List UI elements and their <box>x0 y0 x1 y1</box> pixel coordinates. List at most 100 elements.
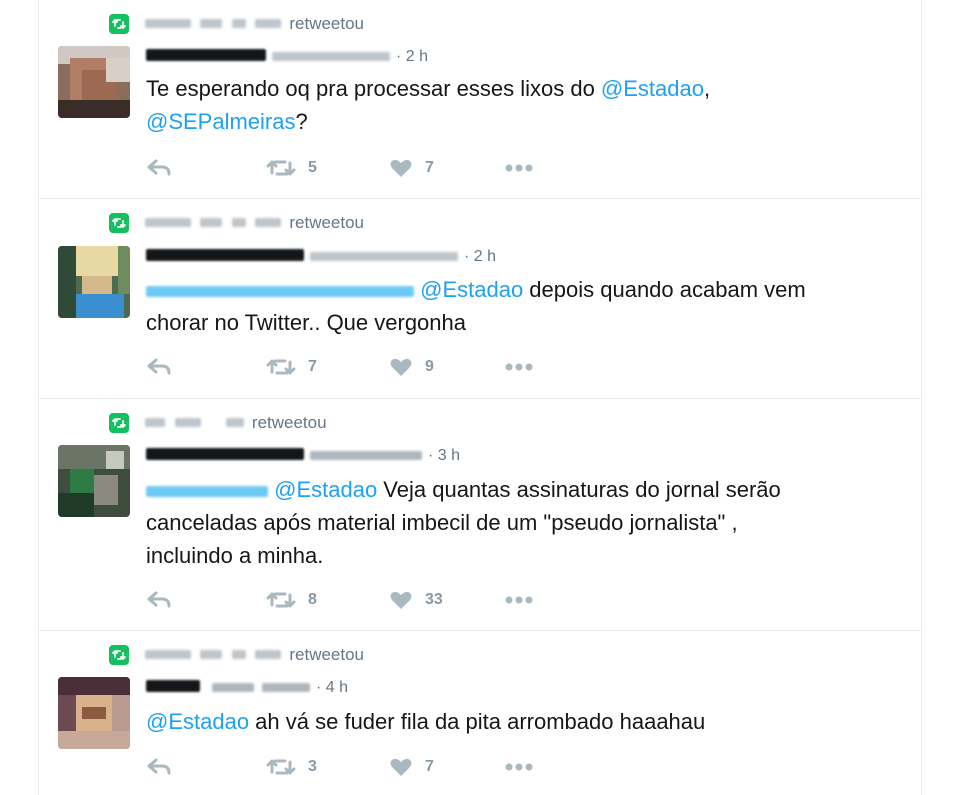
retweet-button[interactable]: 8 <box>266 587 317 613</box>
more-options-button[interactable] <box>504 354 534 380</box>
retweet-button[interactable]: 5 <box>266 155 317 181</box>
mention-link[interactable]: @Estadao <box>274 477 377 502</box>
more-dots-icon <box>505 164 533 172</box>
like-button[interactable]: 7 <box>389 754 434 780</box>
retweeter-name-redacted[interactable] <box>145 15 282 33</box>
text-segment: Veja quantas assinaturas do jornal serão <box>377 477 781 502</box>
retweet-button[interactable]: 7 <box>266 354 317 380</box>
text-segment: , <box>703 76 711 101</box>
more-options-button[interactable] <box>504 754 534 780</box>
mention-link-redacted[interactable] <box>146 277 414 302</box>
author-name-redacted[interactable] <box>146 48 266 66</box>
text-segment: depois quando acabam vem <box>523 277 806 302</box>
mention-link[interactable]: @Estadao <box>420 277 523 302</box>
like-count: 33 <box>425 591 443 608</box>
retweet-count: 8 <box>308 591 317 608</box>
tweet-text: Te esperando oq pra processar esses lixo… <box>146 72 846 138</box>
tweet-text: @Estadao depois quando acabam vem chorar… <box>146 273 846 339</box>
mention-link[interactable]: @Estadao <box>601 76 704 101</box>
retweet-label: retweetou <box>251 413 327 432</box>
mention-link[interactable]: @Estadao <box>146 709 249 734</box>
reply-icon <box>147 159 171 176</box>
author-name-redacted[interactable] <box>146 248 304 266</box>
more-dots-icon <box>505 763 533 771</box>
retweeter-name-redacted[interactable] <box>145 646 282 664</box>
retweet-icon <box>266 160 296 176</box>
retweet-icon <box>109 413 129 433</box>
tweet-timestamp[interactable]: · 2 h <box>396 48 428 66</box>
avatar[interactable] <box>58 246 130 318</box>
reply-button[interactable] <box>146 354 172 380</box>
tweet-item[interactable]: retweetou · 2 h Te esperando oq pra proc… <box>39 0 921 199</box>
reply-button[interactable] <box>146 587 172 613</box>
like-button[interactable]: 9 <box>389 354 434 380</box>
text-segment: canceladas após material imbecil de um "… <box>146 510 738 535</box>
author-handle-redacted[interactable] <box>212 679 310 697</box>
retweet-icon <box>266 759 296 775</box>
retweet-count: 5 <box>308 159 317 176</box>
retweet-count: 3 <box>308 758 317 775</box>
retweeter-name-redacted[interactable] <box>145 214 282 232</box>
tweet-header: · 2 h <box>146 46 428 68</box>
more-dots-icon <box>505 363 533 371</box>
retweet-button[interactable]: 3 <box>266 754 317 780</box>
retweet-icon <box>109 213 129 233</box>
like-button[interactable]: 7 <box>389 155 434 181</box>
retweet-context: retweetou <box>109 212 364 234</box>
retweet-icon <box>266 592 296 608</box>
tweet-timestamp[interactable]: · 4 h <box>316 679 348 697</box>
tweet-header: · 2 h <box>146 246 496 268</box>
text-segment: Te esperando oq pra processar esses lixo… <box>146 76 601 101</box>
retweet-context: retweetou <box>109 412 327 434</box>
author-handle-redacted[interactable] <box>310 447 422 465</box>
timeline-right-border <box>921 0 922 795</box>
reply-button[interactable] <box>146 155 172 181</box>
retweet-label: retweetou <box>289 213 365 232</box>
reply-button[interactable] <box>146 754 172 780</box>
heart-icon <box>390 758 412 776</box>
author-handle-redacted[interactable] <box>272 48 390 66</box>
like-count: 7 <box>425 159 434 176</box>
text-segment: chorar no Twitter.. Que vergonha <box>146 310 466 335</box>
reply-icon <box>147 758 171 775</box>
tweet-text: @Estadao ah vá se fuder fila da pita arr… <box>146 705 846 738</box>
tweet-item[interactable]: retweetou · 4 h @Estadao ah vá se fuder … <box>39 631 921 795</box>
text-segment: incluindo a minha. <box>146 543 324 568</box>
tweet-timestamp[interactable]: · 2 h <box>464 248 496 266</box>
retweet-icon <box>109 645 129 665</box>
retweeter-name-redacted[interactable] <box>145 414 244 432</box>
more-options-button[interactable] <box>504 587 534 613</box>
tweet-timestamp[interactable]: · 3 h <box>428 447 460 465</box>
heart-icon <box>390 159 412 177</box>
mention-link-redacted[interactable] <box>146 477 268 502</box>
retweet-context: retweetou <box>109 644 364 666</box>
reply-icon <box>147 358 171 375</box>
retweet-icon <box>109 14 129 34</box>
text-segment: ah vá se fuder fila da pita arrombado ha… <box>249 709 706 734</box>
more-options-button[interactable] <box>504 155 534 181</box>
text-segment: ? <box>295 109 308 134</box>
author-handle-redacted[interactable] <box>310 248 458 266</box>
retweet-context: retweetou <box>109 13 364 35</box>
heart-icon <box>390 358 412 376</box>
reply-icon <box>147 591 171 608</box>
author-name-redacted[interactable] <box>146 679 200 697</box>
retweet-count: 7 <box>308 358 317 375</box>
like-count: 9 <box>425 358 434 375</box>
like-button[interactable]: 33 <box>389 587 443 613</box>
author-name-redacted[interactable] <box>146 447 304 465</box>
mention-link[interactable]: @SEPalmeiras <box>146 109 296 134</box>
more-dots-icon <box>505 596 533 604</box>
tweet-header: · 4 h <box>146 677 348 699</box>
tweet-header: · 3 h <box>146 445 460 467</box>
tweet-item[interactable]: retweetou · 3 h @Estadao Veja quantas as… <box>39 399 921 631</box>
like-count: 7 <box>425 758 434 775</box>
tweet-text: @Estadao Veja quantas assinaturas do jor… <box>146 473 846 572</box>
retweet-label: retweetou <box>289 645 365 664</box>
retweet-icon <box>266 359 296 375</box>
avatar[interactable] <box>58 445 130 517</box>
tweet-item[interactable]: retweetou · 2 h @Estadao depois quando a… <box>39 199 921 399</box>
retweet-label: retweetou <box>289 14 365 33</box>
avatar[interactable] <box>58 677 130 749</box>
avatar[interactable] <box>58 46 130 118</box>
